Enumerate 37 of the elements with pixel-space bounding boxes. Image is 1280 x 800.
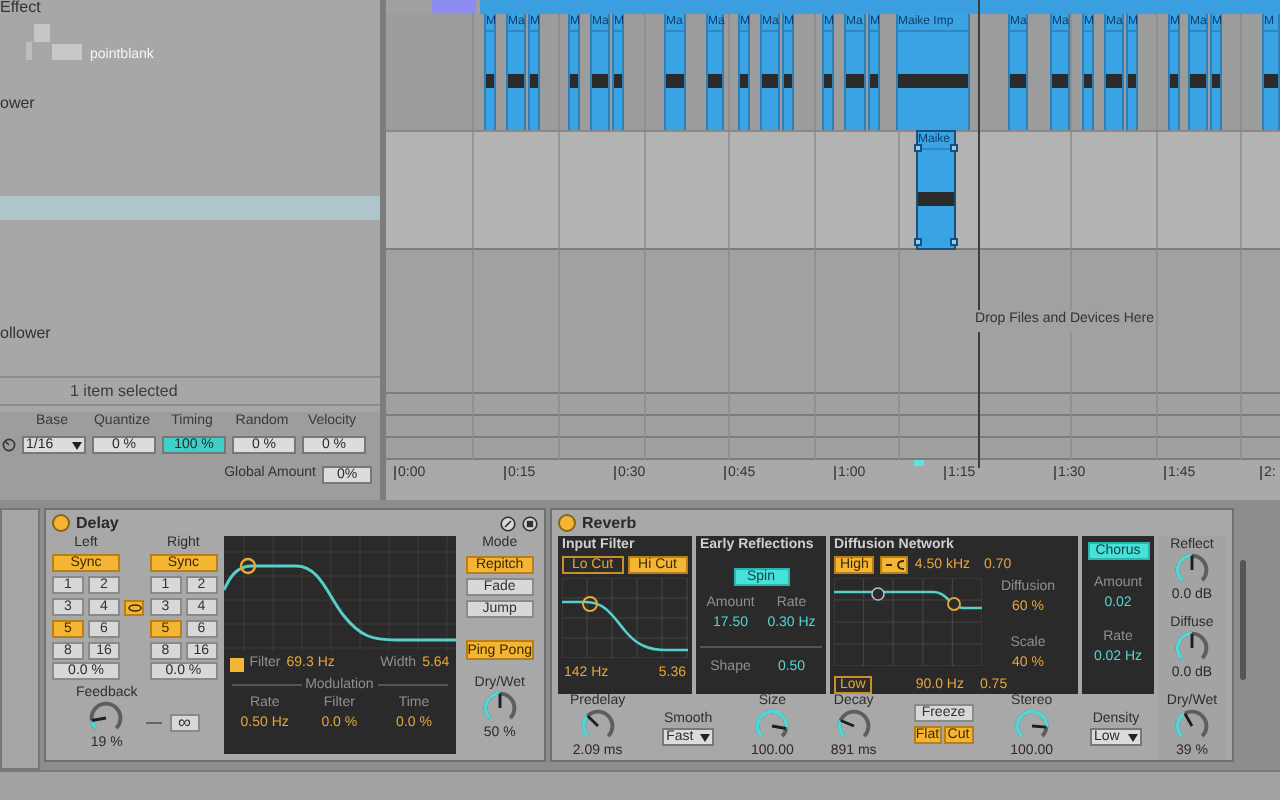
- browser-item[interactable]: ower: [0, 92, 35, 116]
- infinite-button[interactable]: ∞: [169, 714, 200, 732]
- power-toggle[interactable]: [558, 514, 576, 532]
- waveform: [1010, 74, 1026, 88]
- filter-curve-graph[interactable]: [223, 536, 456, 652]
- waveform: [898, 74, 968, 88]
- browser-item[interactable]: Effect: [0, 0, 41, 20]
- save-icon[interactable]: [522, 515, 538, 531]
- caret-icon: [1127, 733, 1138, 741]
- hotswap-icon[interactable]: [500, 515, 516, 531]
- waveform: [918, 192, 954, 206]
- waveform: [1264, 74, 1278, 88]
- loop-marker: [914, 460, 924, 466]
- waveform: [666, 74, 684, 88]
- status-text: 1 item selected: [70, 379, 178, 403]
- waveform: [708, 74, 722, 88]
- clip-handle[interactable]: [950, 238, 958, 246]
- caret-icon: [72, 441, 82, 449]
- clip-handle[interactable]: [914, 144, 922, 152]
- filter-curve-graph[interactable]: [562, 578, 688, 658]
- browser-item[interactable]: ollower: [0, 322, 51, 346]
- scrollbar: [1240, 560, 1246, 680]
- filter-checkbox[interactable]: [229, 657, 244, 671]
- clip-handle[interactable]: [914, 238, 922, 246]
- link-icon: [127, 604, 142, 612]
- shelf-icon: [885, 560, 904, 570]
- device-title: Reverb: [582, 511, 637, 535]
- clock-icon[interactable]: [2, 438, 16, 452]
- power-toggle[interactable]: [52, 514, 70, 532]
- link-button[interactable]: [124, 600, 145, 616]
- diffusion-curve-graph[interactable]: [834, 578, 982, 666]
- clip-strip: [432, 0, 476, 14]
- caret-icon: [700, 733, 711, 741]
- device-title: Delay: [76, 511, 119, 535]
- shelf-button[interactable]: [880, 556, 909, 574]
- clip-handle[interactable]: [950, 144, 958, 152]
- logo-icon: [26, 24, 86, 64]
